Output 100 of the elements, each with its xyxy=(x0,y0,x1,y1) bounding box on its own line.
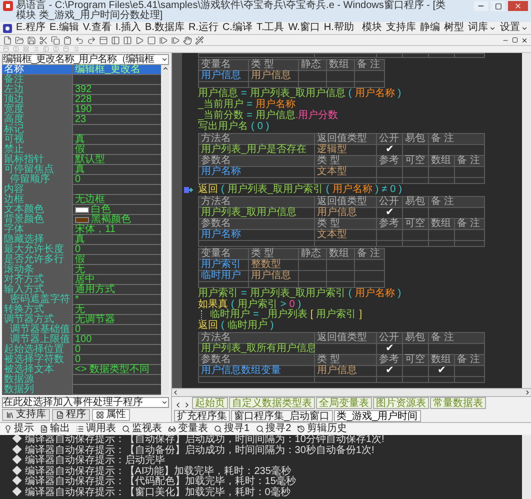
property-row[interactable]: 数据列 xyxy=(2,385,161,395)
scrollbar[interactable] xyxy=(522,435,531,499)
paste-icon[interactable] xyxy=(63,36,72,44)
property-row[interactable]: 名称 编辑框_更改名 xyxy=(2,65,161,75)
code-editor[interactable] xyxy=(172,53,531,388)
editor-tab[interactable]: 扩充程序集 xyxy=(174,410,230,422)
editor-tab[interactable]: 图片资源表 xyxy=(373,397,429,409)
property-row[interactable]: 被选择文本 <> 数据类型不同 xyxy=(2,365,161,375)
wand-icon[interactable] xyxy=(195,36,204,44)
editor-tab[interactable]: 常量数据表 xyxy=(430,397,486,409)
property-row[interactable]: 顶边 228 xyxy=(2,95,161,105)
output-tab[interactable]: 搜寻1 xyxy=(214,424,250,434)
property-row[interactable]: 文本颜色 白色 xyxy=(2,205,161,215)
panel-icon[interactable] xyxy=(111,36,120,44)
scrollbar[interactable] xyxy=(161,65,169,395)
menu-item[interactable]: E.程序 xyxy=(16,23,46,33)
save-icon[interactable] xyxy=(27,36,36,44)
property-row[interactable]: 被选择字符数 0 xyxy=(2,355,161,365)
editor-tab[interactable]: 全局变量表 xyxy=(316,397,372,409)
scroll-right-icon[interactable] xyxy=(183,401,191,409)
menu-item[interactable]: 词库 xyxy=(468,23,496,33)
output-tab[interactable]: 剪辑历史 xyxy=(297,424,348,434)
redo-icon[interactable] xyxy=(87,36,96,44)
property-row[interactable]: 边框 无边框 xyxy=(2,195,161,205)
property-row[interactable]: 背景颜色 黑褐颜色 xyxy=(2,215,161,225)
property-row[interactable]: 禁止 假 xyxy=(2,145,161,155)
editor-tab[interactable]: 类_游戏_用户时间 xyxy=(334,410,421,422)
scrollbar[interactable] xyxy=(522,53,531,388)
maximize-button[interactable] xyxy=(491,1,505,11)
cut-icon[interactable] xyxy=(39,36,48,44)
property-row[interactable]: 可停留焦点 真 xyxy=(2,165,161,175)
folder-icon[interactable] xyxy=(15,36,24,44)
step-icon[interactable] xyxy=(171,36,180,44)
menu-item[interactable]: 树型 xyxy=(444,23,464,33)
property-row[interactable]: 字体 宋体，11 xyxy=(2,225,161,235)
menu-item[interactable]: W.窗口 xyxy=(288,23,320,33)
property-row[interactable]: 调节器上限值 100 xyxy=(2,335,161,345)
menu-item[interactable]: C.编译 xyxy=(222,23,252,33)
step-icon[interactable] xyxy=(159,36,168,44)
property-row[interactable]: 对齐方式 居中 xyxy=(2,275,161,285)
output-tab[interactable]: 提示 xyxy=(4,424,34,434)
restore-icon[interactable] xyxy=(512,37,518,43)
property-row[interactable]: 输入方式 通用方式 xyxy=(2,285,161,295)
property-row[interactable]: 鼠标指针 默认型 xyxy=(2,155,161,165)
columns-icon[interactable] xyxy=(123,36,132,44)
hand-icon[interactable] xyxy=(183,36,192,44)
menu-item[interactable]: E.编辑 xyxy=(49,23,79,33)
property-row[interactable]: 数据源 xyxy=(2,375,161,385)
output-tab[interactable]: 监视表 xyxy=(122,424,162,434)
panel-tab[interactable]: 支持库 xyxy=(2,409,50,421)
property-row[interactable]: 停留顺序 0 xyxy=(2,175,161,185)
property-row[interactable]: 内容 xyxy=(2,185,161,195)
menu-item[interactable]: B.数据库 xyxy=(145,23,184,33)
stop-icon[interactable] xyxy=(147,36,156,44)
editor-tab[interactable]: 起始页 xyxy=(192,397,228,409)
horizontal-scrollbar[interactable] xyxy=(172,388,531,396)
menu-item[interactable]: I.插入 xyxy=(115,23,141,33)
menu-item[interactable]: V.查看 xyxy=(82,23,112,33)
output-tab[interactable]: 搜寻2 xyxy=(256,424,292,434)
table-cell: 方法名 xyxy=(199,134,315,145)
object-dropdown[interactable]: 编辑框_更改名称_用户名称（编辑框 xyxy=(2,54,169,65)
menu-item[interactable]: 模块 xyxy=(362,23,382,33)
menu-item[interactable]: R.运行 xyxy=(188,23,218,33)
minimize-button[interactable] xyxy=(474,1,488,11)
property-row[interactable]: 调节器方式 无调节器 xyxy=(2,315,161,325)
property-row[interactable]: 调节器基础值 0 xyxy=(2,325,161,335)
table-cell: 参考 xyxy=(377,355,403,366)
undo-icon[interactable] xyxy=(75,36,84,44)
property-row[interactable]: 标记 xyxy=(2,125,161,135)
property-row[interactable]: 高度 23 xyxy=(2,115,161,125)
output-tab[interactable]: 调用表 xyxy=(76,424,116,434)
property-row[interactable]: 隐藏选择 真 xyxy=(2,235,161,245)
table-cell: 数组 xyxy=(429,219,455,230)
menu-item[interactable]: H.帮助 xyxy=(324,23,354,33)
editor-tab[interactable]: 窗口程序集_启动窗口 xyxy=(231,410,333,422)
event-dropdown[interactable]: 在此处选择加入事件处理子程序 xyxy=(2,397,169,408)
menu-item[interactable]: 设置 xyxy=(500,23,528,33)
copy-icon[interactable] xyxy=(51,36,60,44)
property-row[interactable]: 滚动条 无 xyxy=(2,265,161,275)
panel-tab[interactable]: 属性 xyxy=(92,409,130,421)
property-row[interactable]: 备注 xyxy=(2,75,161,85)
property-row[interactable]: 起始选择位置 0 xyxy=(2,345,161,355)
property-row[interactable]: 左边 392 xyxy=(2,85,161,95)
menu-item[interactable]: 静编 xyxy=(420,23,440,33)
property-row[interactable]: 是否允许多行 假 xyxy=(2,255,161,265)
new-file-icon[interactable] xyxy=(3,36,12,44)
editor-tab[interactable]: 自定义数据类型表 xyxy=(229,397,315,409)
play-icon[interactable] xyxy=(135,36,144,44)
property-row[interactable]: 转换方式 无 xyxy=(2,305,161,315)
menu-item[interactable]: T.工具 xyxy=(256,23,284,33)
property-row[interactable]: 密码遮盖字符 * xyxy=(2,295,161,305)
output-tab[interactable]: 输出 xyxy=(40,424,70,434)
property-row[interactable]: 最大允许长度 0 xyxy=(2,245,161,255)
panel-icon[interactable] xyxy=(99,36,108,44)
property-row[interactable]: 宽度 190 xyxy=(2,105,161,115)
property-row[interactable]: 可视 真 xyxy=(2,135,161,145)
panel-tab[interactable]: 程序 xyxy=(52,409,90,421)
output-tab[interactable]: 变量表 xyxy=(168,424,208,434)
menu-item[interactable]: 支持库 xyxy=(386,23,416,33)
close-icon[interactable] xyxy=(521,36,528,44)
